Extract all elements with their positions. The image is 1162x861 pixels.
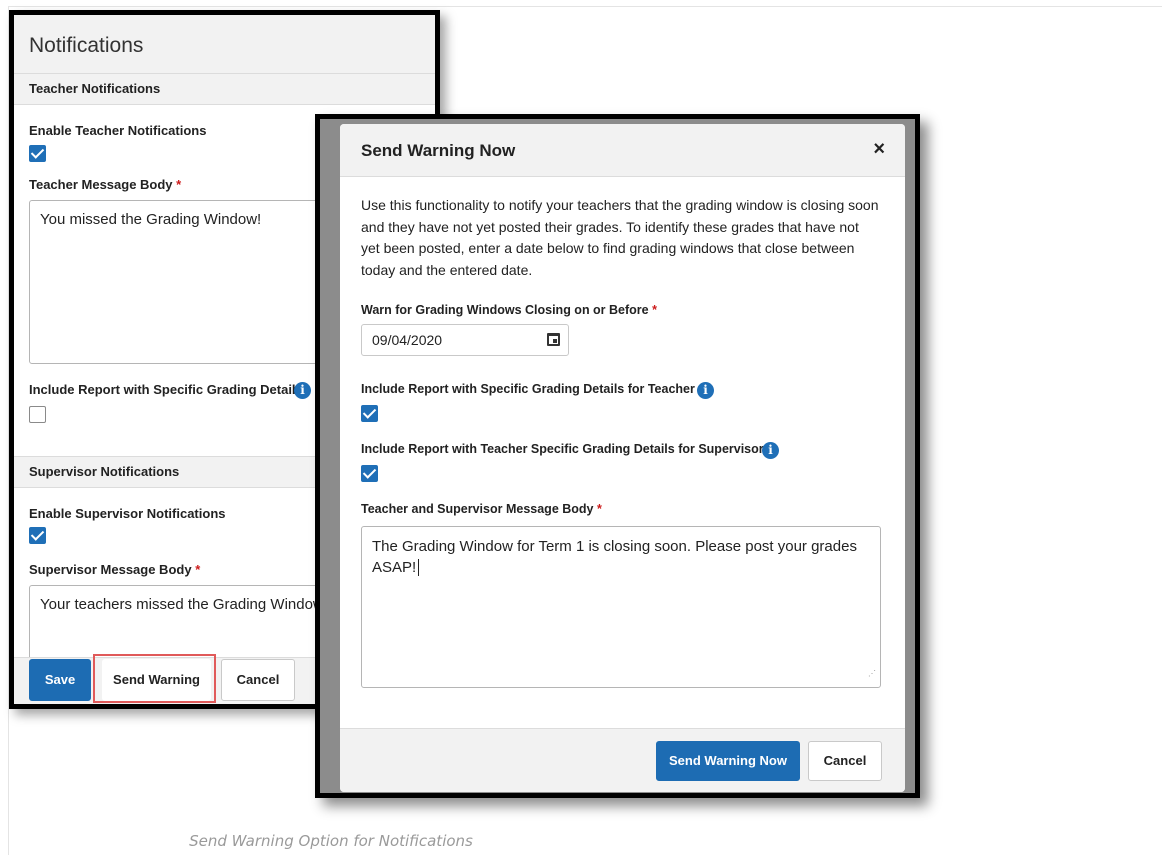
supervisor-message-body-label: Supervisor Message Body * [29,562,200,577]
enable-supervisor-notifications-label: Enable Supervisor Notifications [29,506,226,521]
send-warning-highlight [93,654,216,703]
save-button[interactable]: Save [29,659,91,701]
message-body-value: The Grading Window for Term 1 is closing… [372,538,857,576]
include-supervisor-report-label: Include Report with Teacher Specific Gra… [361,442,764,456]
message-body-input[interactable]: The Grading Window for Term 1 is closing… [361,526,881,688]
message-body-label: Teacher and Supervisor Message Body * [361,502,602,516]
info-icon[interactable]: i [294,382,311,399]
modal-header: Send Warning Now × [340,124,905,177]
include-report-checkbox[interactable] [29,406,46,423]
teacher-message-body-label-text: Teacher Message Body [29,177,173,192]
modal-description: Use this functionality to notify your te… [361,197,879,278]
include-supervisor-report-checkbox[interactable] [361,465,378,482]
calendar-icon[interactable] [547,333,560,346]
warn-date-label-text: Warn for Grading Windows Closing on or B… [361,303,649,317]
send-warning-modal: Send Warning Now × Use this functionalit… [340,124,905,792]
figure-caption: Send Warning Option for Notifications [189,832,473,850]
cancel-button[interactable]: Cancel [221,659,295,701]
send-warning-now-button[interactable]: Send Warning Now [656,741,800,781]
required-marker: * [176,177,182,192]
teacher-message-body-label: Teacher Message Body * [29,177,181,192]
resize-handle-icon[interactable]: ⋰ [868,663,876,684]
include-report-label: Include Report with Specific Grading Det… [29,382,303,397]
required-marker: * [195,562,201,577]
enable-supervisor-notifications-checkbox[interactable] [29,527,46,544]
info-icon[interactable]: i [697,382,714,399]
supervisor-message-body-label-text: Supervisor Message Body [29,562,192,577]
modal-overlay: Send Warning Now × Use this functionalit… [315,114,920,798]
include-teacher-report-checkbox[interactable] [361,405,378,422]
message-body-label-text: Teacher and Supervisor Message Body [361,502,594,516]
modal-footer: Send Warning Now Cancel [340,728,905,792]
teacher-notifications-heading: Teacher Notifications [14,73,435,105]
warn-date-label: Warn for Grading Windows Closing on or B… [361,303,657,317]
teacher-message-body-value: You missed the Grading Window! [40,211,262,228]
required-marker: * [596,502,602,516]
notifications-title: Notifications [29,34,144,57]
modal-cancel-button[interactable]: Cancel [808,741,882,781]
include-teacher-report-label: Include Report with Specific Grading Det… [361,382,695,396]
supervisor-message-body-value: Your teachers missed the Grading Window [40,596,324,613]
close-icon[interactable]: × [873,138,885,161]
modal-title: Send Warning Now [361,141,516,160]
info-icon[interactable]: i [762,442,779,459]
required-marker: * [652,303,657,317]
warn-date-value: 09/04/2020 [372,332,443,348]
text-cursor [418,559,420,576]
enable-teacher-notifications-checkbox[interactable] [29,145,46,162]
warn-date-input[interactable]: 09/04/2020 [361,324,569,356]
enable-teacher-notifications-label: Enable Teacher Notifications [29,123,207,138]
